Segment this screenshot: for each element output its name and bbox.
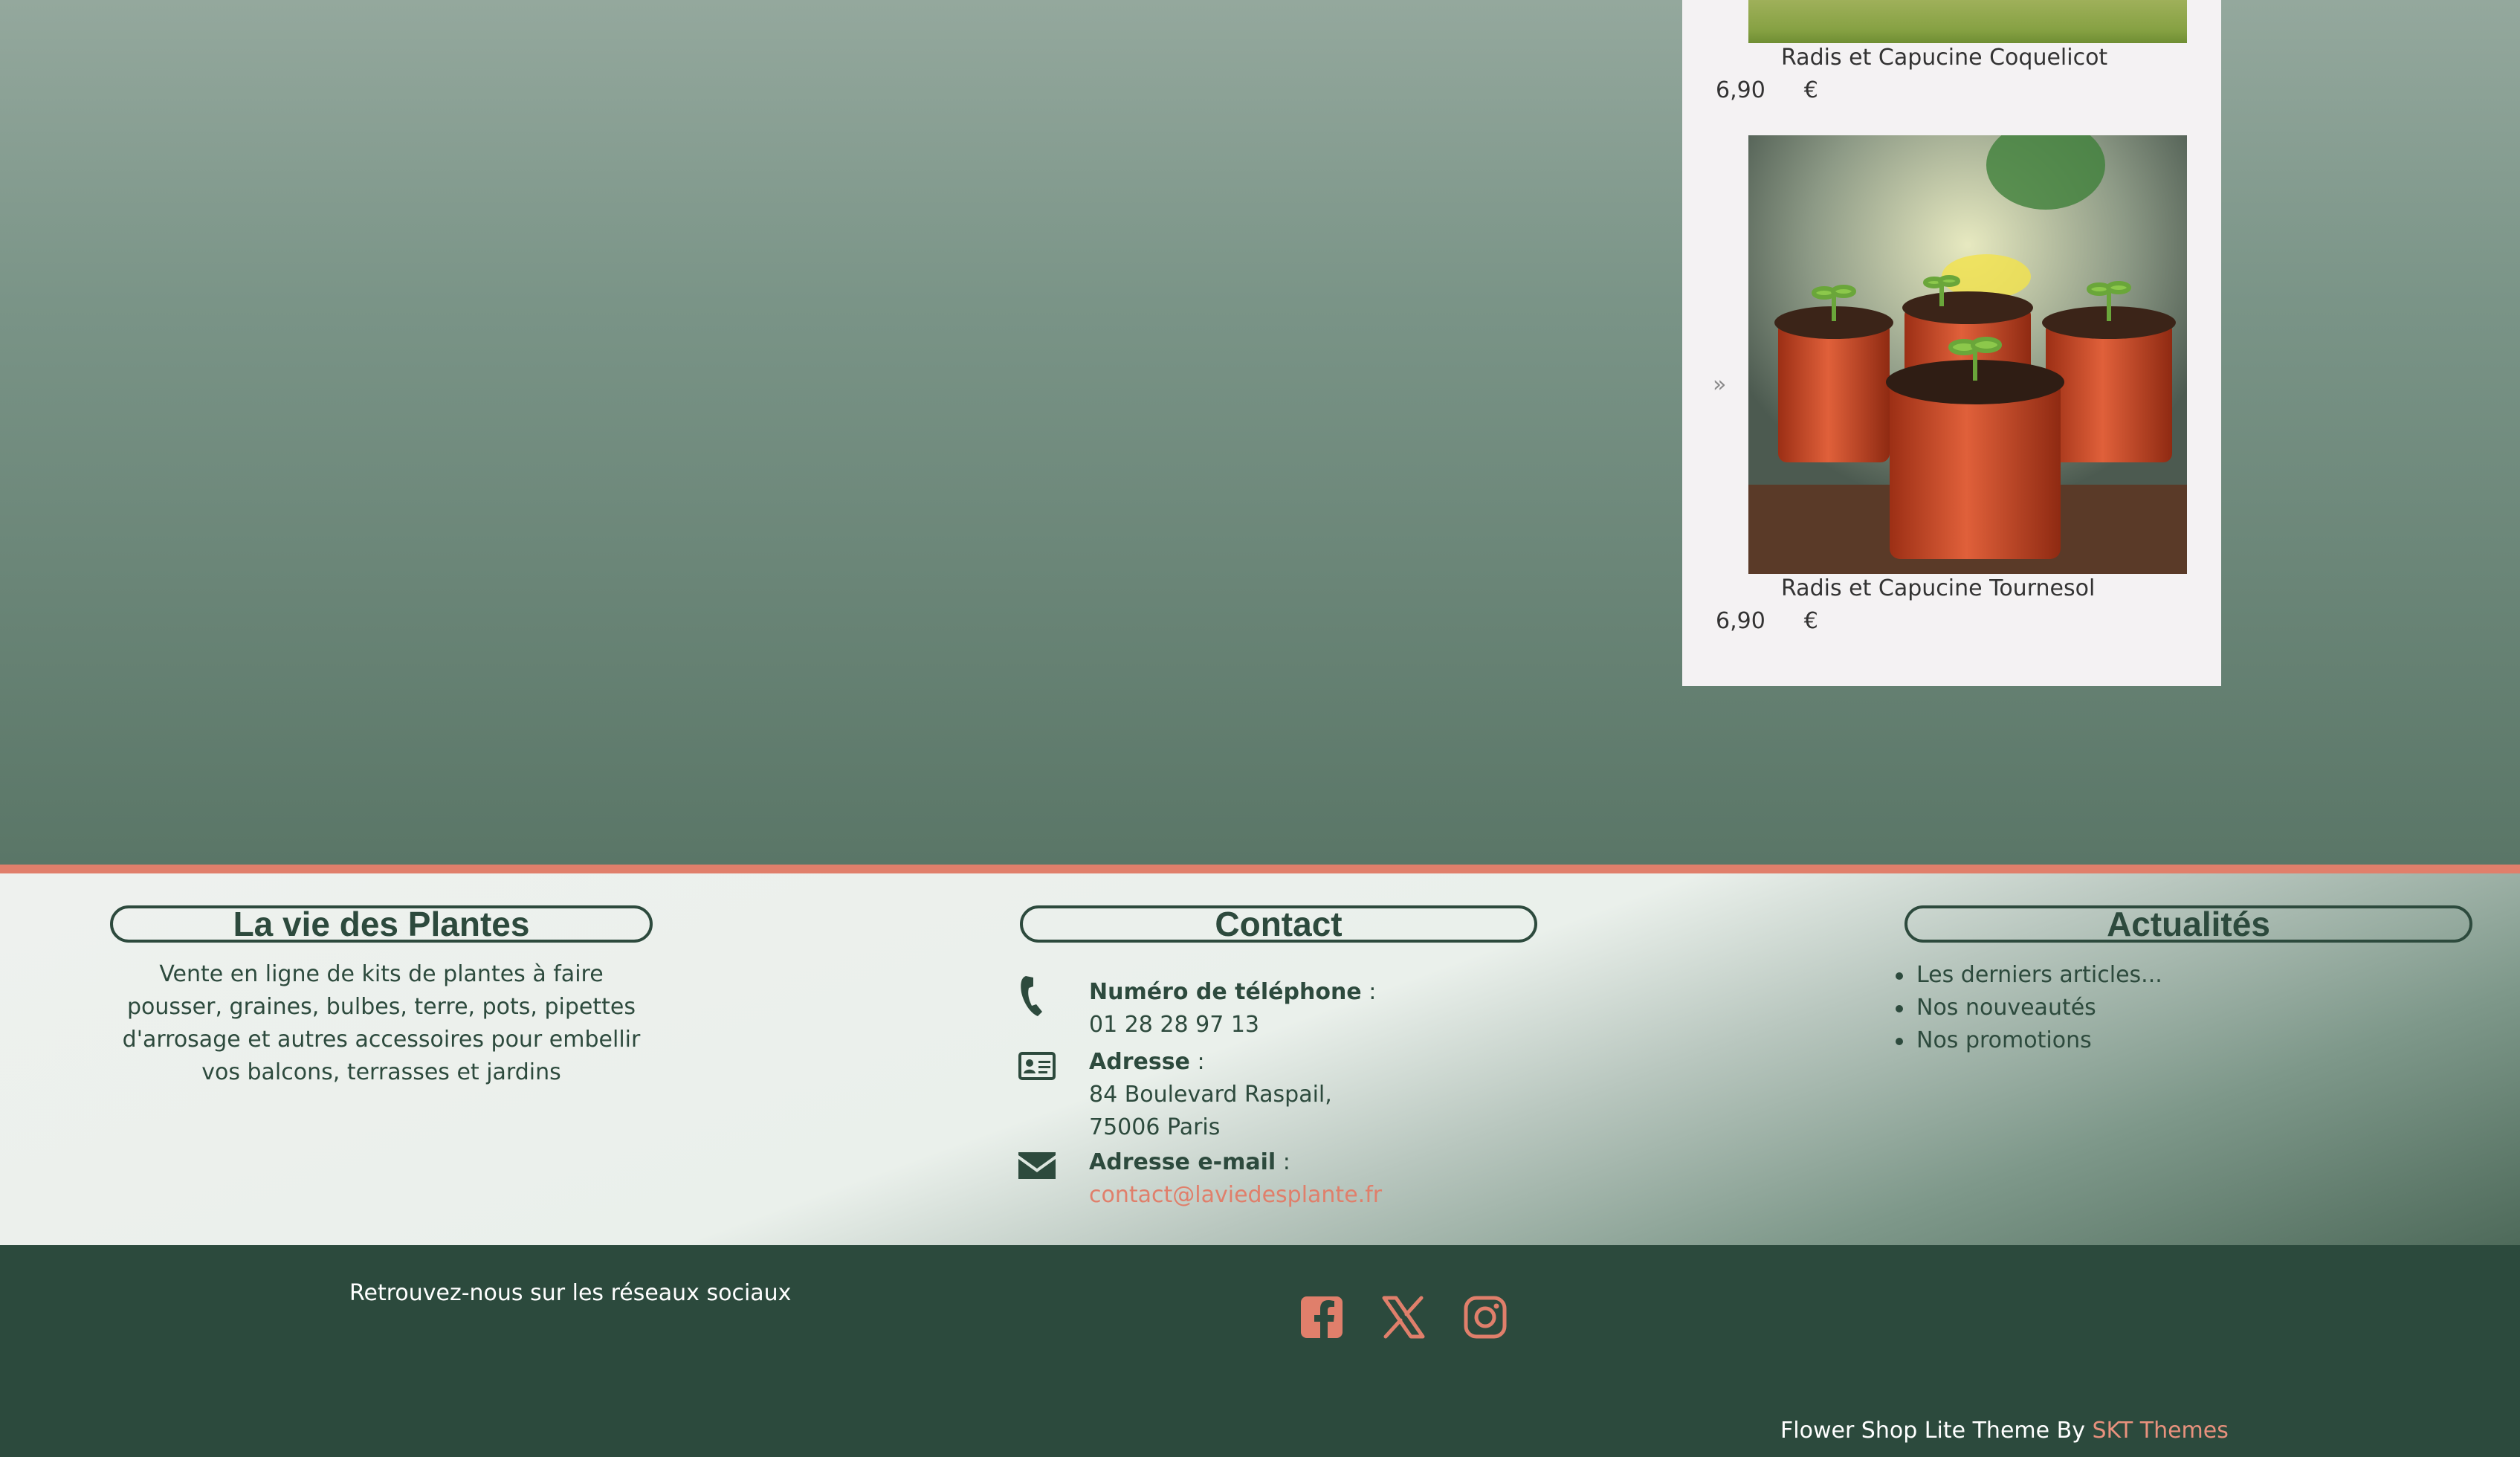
address-line2: 75006 Paris xyxy=(1089,1114,1221,1140)
price-currency: € xyxy=(1803,608,1818,634)
email-label: Adresse e-mail : xyxy=(1089,1149,1290,1175)
email-link[interactable]: contact@laviedesplante.fr xyxy=(1089,1179,1382,1212)
label-colon: : xyxy=(1189,1049,1205,1075)
product-name[interactable]: Radis et Capucine Tournesol xyxy=(1781,575,2095,601)
carousel-next-icon[interactable]: » xyxy=(1713,372,1726,398)
footer-accent-line xyxy=(0,865,2520,873)
skt-themes-link[interactable]: SKT Themes xyxy=(2093,1418,2229,1444)
phone-label-text: Numéro de téléphone xyxy=(1089,979,1362,1005)
product-image-coquelicot[interactable] xyxy=(1748,0,2187,43)
address-card-icon xyxy=(1018,1052,1056,1080)
social-text: Retrouvez-nous sur les réseaux sociaux xyxy=(349,1280,792,1306)
phone-icon xyxy=(1021,976,1042,1016)
email-label-text: Adresse e-mail xyxy=(1089,1149,1276,1175)
news-item-promotions[interactable]: Nos promotions xyxy=(1894,1024,2162,1057)
about-title: La vie des Plantes xyxy=(110,905,653,943)
facebook-icon[interactable] xyxy=(1299,1295,1344,1340)
seedling-pots-illustration xyxy=(1748,135,2187,574)
label-colon: : xyxy=(1276,1149,1290,1175)
credits-text: Flower Shop Lite Theme By xyxy=(1780,1418,2093,1444)
label-colon: : xyxy=(1361,979,1377,1005)
envelope-icon xyxy=(1018,1152,1056,1179)
instagram-icon[interactable] xyxy=(1463,1295,1508,1340)
x-twitter-icon[interactable] xyxy=(1381,1295,1426,1340)
product-name[interactable]: Radis et Capucine Coquelicot xyxy=(1781,45,2107,71)
social-icons xyxy=(1299,1295,1508,1340)
news-list: Les derniers articles... Nos nouveautés … xyxy=(1894,959,2162,1057)
price-value: 6,90 xyxy=(1716,77,1765,103)
contact-title: Contact xyxy=(1020,905,1537,943)
news-item-nouveautes[interactable]: Nos nouveautés xyxy=(1894,992,2162,1024)
product-price: 6,90 € xyxy=(1716,608,1818,634)
about-description: Vente en ligne de kits de plantes à fair… xyxy=(122,961,641,1085)
news-title: Actualités xyxy=(1904,905,2472,943)
address-label: Adresse : xyxy=(1089,1049,1205,1075)
product-widget: Radis et Capucine Coquelicot 6,90 € » Ra… xyxy=(1682,0,2221,686)
price-value: 6,90 xyxy=(1716,608,1765,634)
price-currency: € xyxy=(1803,77,1818,103)
phone-value[interactable]: 01 28 28 97 13 xyxy=(1089,1009,1259,1041)
news-item-articles[interactable]: Les derniers articles... xyxy=(1894,959,2162,992)
address-line1: 84 Boulevard Raspail, xyxy=(1089,1082,1332,1108)
product-image-tournesol[interactable] xyxy=(1748,135,2187,574)
phone-label: Numéro de téléphone : xyxy=(1089,979,1376,1005)
address-label-text: Adresse xyxy=(1089,1049,1190,1075)
theme-credits: Flower Shop Lite Theme By SKT Themes xyxy=(1780,1418,2229,1444)
product-price: 6,90 € xyxy=(1716,77,1818,103)
